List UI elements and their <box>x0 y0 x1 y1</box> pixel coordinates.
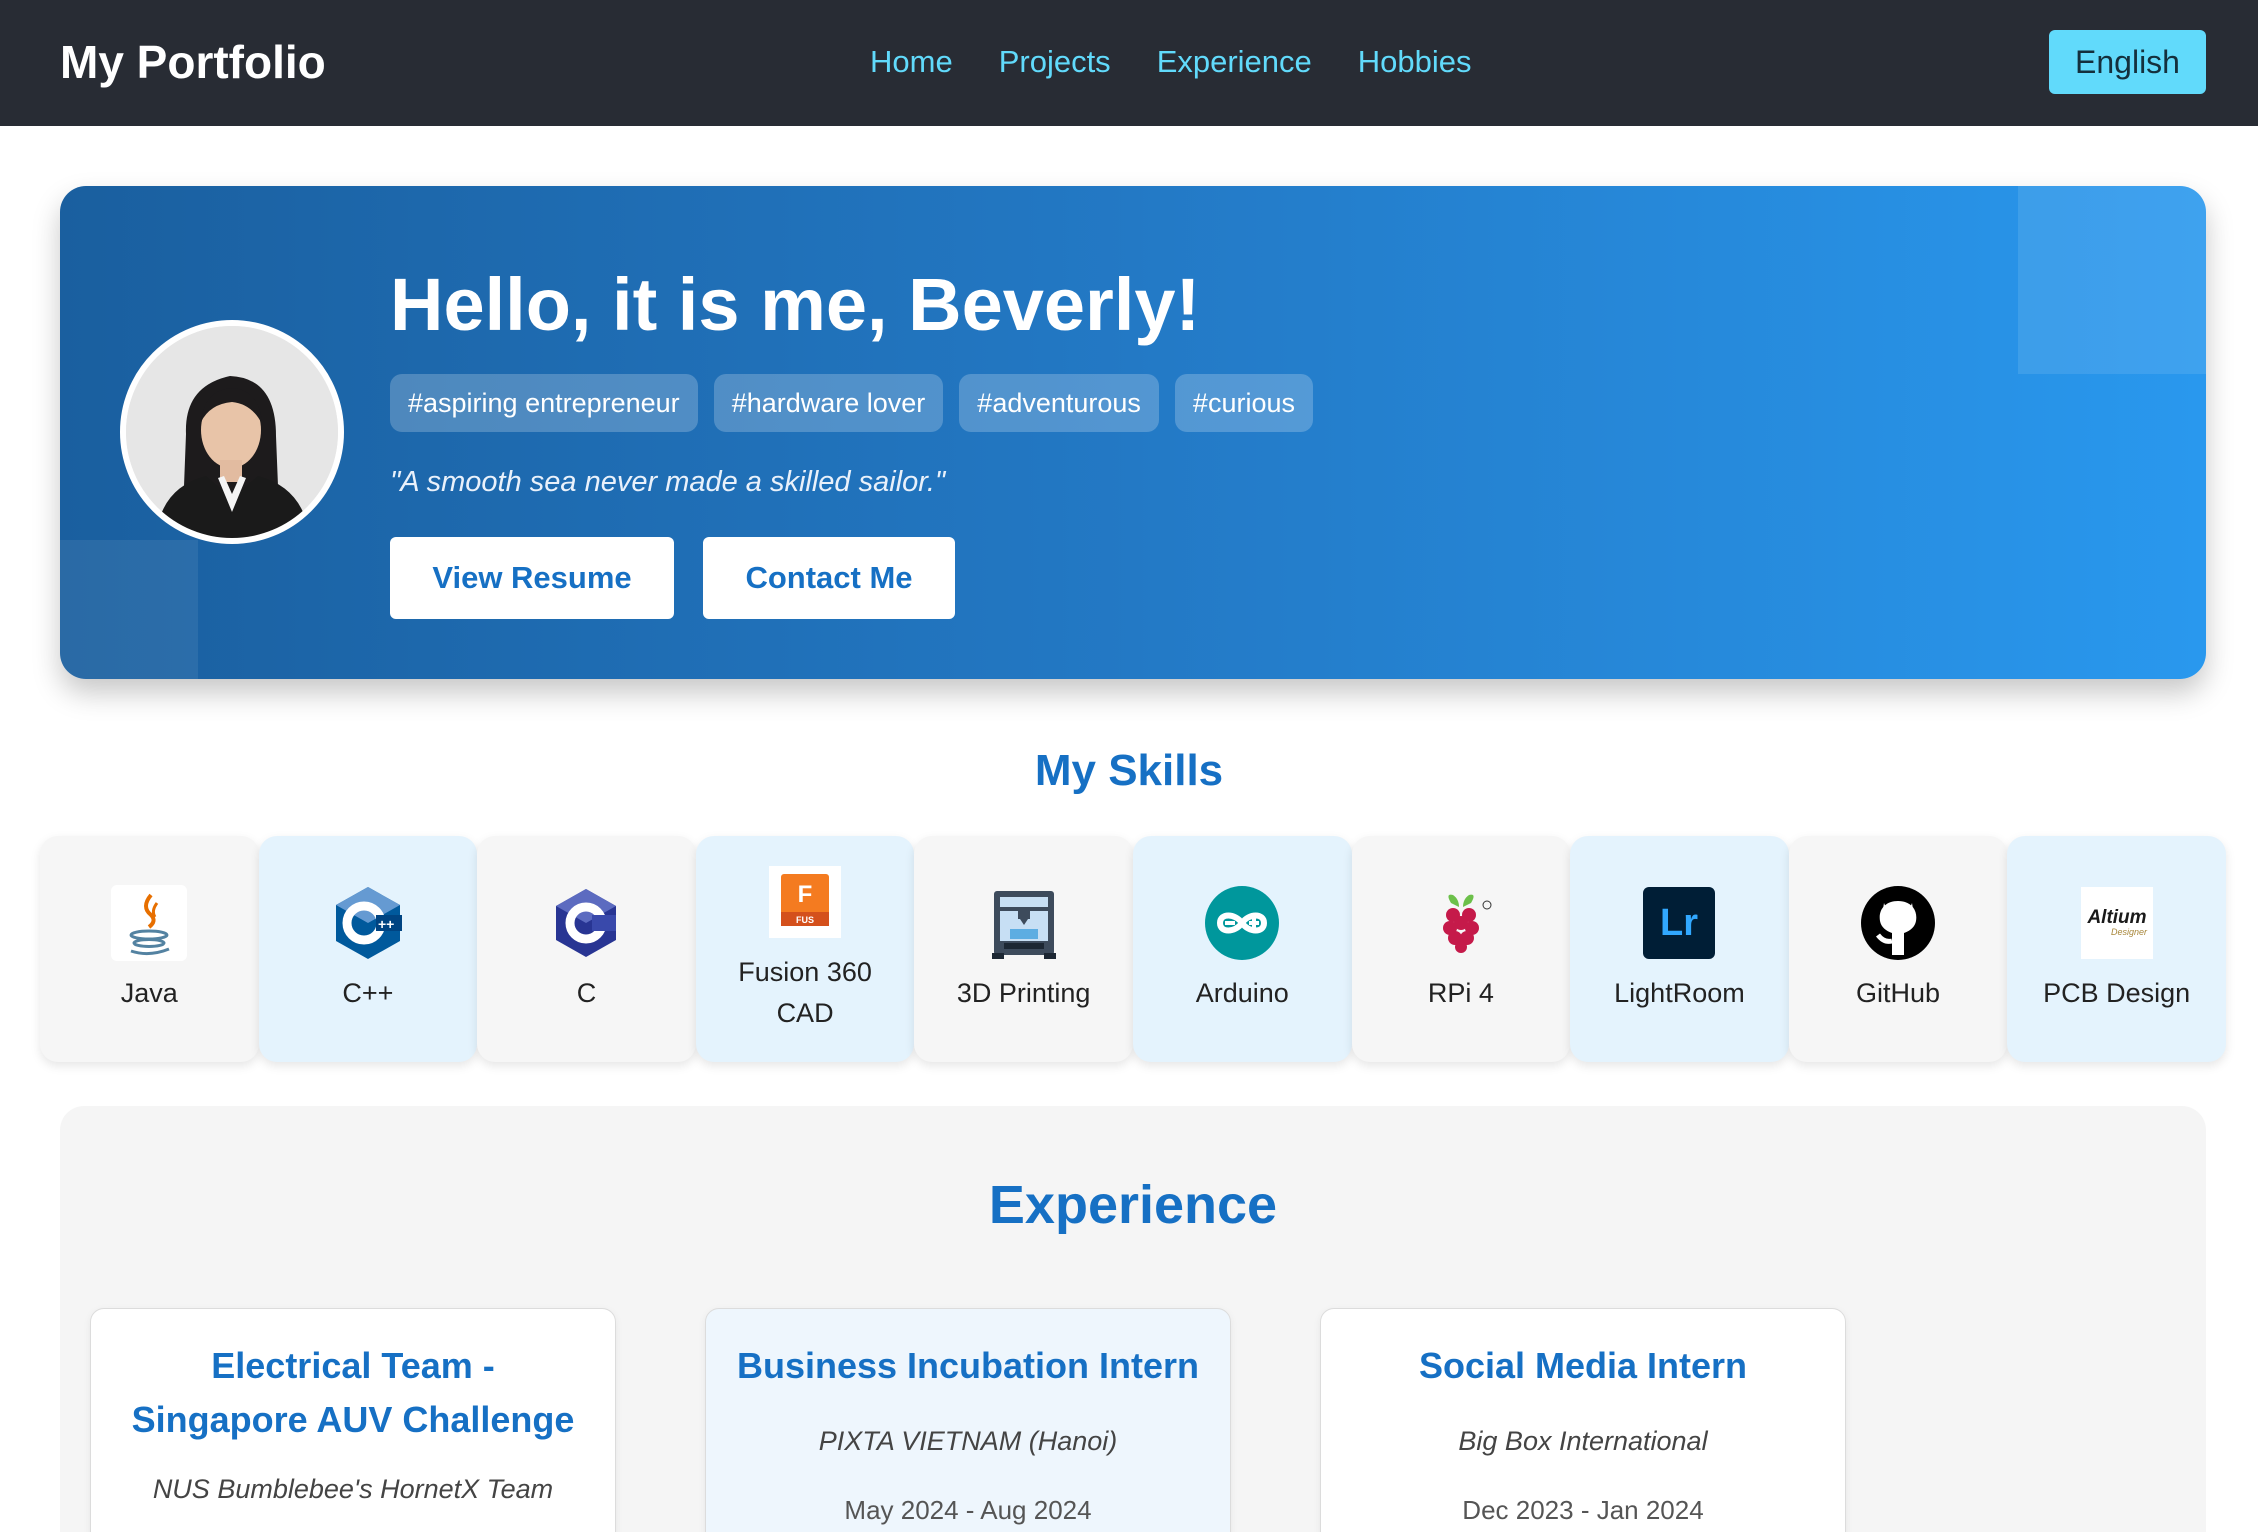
java-icon <box>111 884 188 961</box>
cplusplus-icon: ++ <box>330 885 406 961</box>
hero-title: Hello, it is me, Beverly! <box>390 263 1201 346</box>
hero-decoration <box>2018 186 2206 374</box>
altium-icon: Altium Designer <box>2079 885 2155 961</box>
fusion-letter: F <box>798 881 813 908</box>
altium-wordmark: Altium <box>2086 907 2146 928</box>
skill-label: RPi 4 <box>1427 977 1494 1008</box>
navbar: My Portfolio Home Projects Experience Ho… <box>0 0 2258 126</box>
brand-title[interactable]: My Portfolio <box>60 34 326 90</box>
skill-card-c: C <box>477 836 696 1062</box>
skill-card-java: Java <box>40 836 259 1062</box>
experience-organization: NUS Bumblebee's HornetX Team <box>152 1474 554 1504</box>
experience-organization: Big Box International <box>1458 1426 1708 1456</box>
experience-date: Dec 2023 - Jan 2024 <box>1462 1495 1704 1525</box>
experience-date: May 2024 - Aug 2024 <box>844 1495 1092 1525</box>
tag-badge: #adventurous <box>959 374 1159 432</box>
skills-list: Java ++ C++ C F FUS Fusion 360 CAD 3D Pr… <box>40 836 2226 1062</box>
contact-me-button[interactable]: Contact Me <box>703 537 955 619</box>
experience-role: Social Media Intern <box>1418 1345 1748 1386</box>
tag-badge: #aspiring entrepreneur <box>390 374 698 432</box>
hero-decoration <box>60 540 198 679</box>
hero-banner: Hello, it is me, Beverly! #aspiring entr… <box>60 186 2206 679</box>
skill-label: C <box>576 977 597 1008</box>
experience-section: Experience Electrical Team - Singapore A… <box>60 1106 2206 1532</box>
skill-label: GitHub <box>1856 977 1941 1008</box>
fusion360-icon: F FUS <box>767 864 843 940</box>
arduino-icon <box>1204 885 1280 961</box>
skill-label: PCB Design <box>2043 977 2191 1008</box>
skill-card-fusion360: F FUS Fusion 360 CAD <box>695 836 915 1062</box>
nav-link-experience[interactable]: Experience <box>1157 40 1312 84</box>
tag-badge: #curious <box>1174 374 1313 432</box>
experience-role: Electrical Team - Singapore AUV Challeng… <box>131 1345 575 1440</box>
skill-card-github: GitHub <box>1788 836 2008 1062</box>
3d-printer-icon <box>986 885 1062 961</box>
lightroom-glyph: Lr <box>1660 902 1698 944</box>
skills-heading: My Skills <box>1034 746 1224 795</box>
experience-card[interactable]: Business Incubation Intern PIXTA VIETNAM… <box>705 1308 1231 1532</box>
experience-card[interactable]: Social Media Intern Big Box Internationa… <box>1320 1308 1846 1532</box>
tag-badge: #hardware lover <box>713 374 944 432</box>
svg-text:++: ++ <box>378 916 394 932</box>
nav-link-projects[interactable]: Projects <box>999 40 1111 84</box>
skill-label: Java <box>120 977 178 1008</box>
experience-role: Business Incubation Intern <box>736 1345 1200 1386</box>
hero-quote: "A smooth sea never made a skilled sailo… <box>390 466 946 498</box>
view-resume-button[interactable]: View Resume <box>390 537 674 619</box>
experience-card[interactable]: Electrical Team - Singapore AUV Challeng… <box>90 1308 616 1532</box>
c-language-icon <box>548 885 624 961</box>
language-button[interactable]: English <box>2049 30 2206 94</box>
hero-tags: #aspiring entrepreneur #hardware lover #… <box>390 374 1313 432</box>
skill-card-cplusplus: ++ C++ <box>258 836 478 1062</box>
skill-card-3d-printing: 3D Printing <box>914 836 1133 1062</box>
skill-card-lightroom: Lr LightRoom <box>1570 836 1789 1062</box>
lightroom-icon: Lr <box>1641 885 1717 961</box>
skill-label: 3D Printing <box>956 977 1091 1008</box>
experience-organization: PIXTA VIETNAM (Hanoi) <box>818 1426 1118 1456</box>
skill-card-pcb-design: Altium Designer PCB Design <box>2007 836 2226 1062</box>
skill-label: Fusion 360 CAD <box>738 957 872 1028</box>
skill-card-rpi: RPi 4 <box>1351 836 1571 1062</box>
raspberry-pi-icon <box>1423 885 1499 961</box>
skill-card-arduino: Arduino <box>1132 836 1352 1062</box>
skill-label: LightRoom <box>1614 977 1745 1008</box>
altium-subtitle: Designer <box>2111 927 2148 937</box>
nav-links: Home Projects Experience Hobbies <box>870 40 1472 84</box>
nav-link-home[interactable]: Home <box>870 40 953 84</box>
avatar <box>120 320 344 544</box>
nav-link-hobbies[interactable]: Hobbies <box>1358 40 1472 84</box>
experience-heading: Experience <box>988 1175 1278 1235</box>
fusion-badge: FUS <box>796 915 814 925</box>
skill-label: C++ <box>342 977 394 1008</box>
github-icon <box>1860 885 1936 961</box>
skill-label: Arduino <box>1195 977 1289 1008</box>
